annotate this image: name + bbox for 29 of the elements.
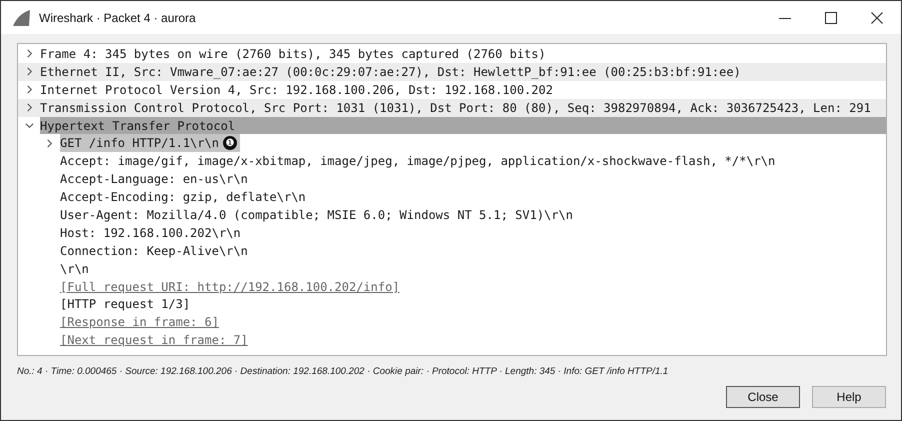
tree-item[interactable]: GET /info HTTP/1.1\r\n (60, 136, 219, 150)
fin-icon (11, 8, 31, 26)
tree-item[interactable]: Internet Protocol Version 4, Src: 192.168.100.206, Dst: 192.168.100.202 (40, 82, 553, 97)
tree-item[interactable]: Host: 192.168.100.202\r\n (60, 226, 241, 240)
maximize-icon[interactable] (825, 12, 837, 24)
window-title: Wireshark · Packet 4 · aurora (39, 10, 197, 24)
tree-item[interactable]: Connection: Keep-Alive\r\n (60, 244, 248, 258)
chevron-right-icon[interactable] (44, 138, 54, 148)
tree-item[interactable]: \r\n (60, 262, 89, 276)
chevron-right-icon[interactable] (24, 49, 34, 58)
tree-link[interactable]: [Next request in frame: 7] (60, 333, 248, 348)
tree-item[interactable]: Accept-Encoding: gzip, deflate\r\n (60, 190, 306, 204)
tree-item[interactable]: Accept: image/gif, image/x-xbitmap, image/jpeg, image/pjpeg, application/x-shockwave-flash, */*\r\n (60, 154, 776, 168)
tree-item[interactable]: User-Agent: Mozilla/4.0 (compatible; MSIE 6.0; Windows NT 5.1; SV1)\r\n (60, 208, 573, 222)
tree-link[interactable]: [Full request URI: http://192.168.100.202/info] (60, 280, 400, 294)
tree-link[interactable]: [Response in frame: 6] (60, 315, 219, 330)
chevron-down-icon[interactable] (24, 121, 34, 130)
tree-item[interactable]: [HTTP request 1/3] (60, 297, 190, 312)
tree-item[interactable]: Frame 4: 345 bytes on wire (2760 bits), 345 bytes captured (2760 bits) (40, 46, 546, 61)
chevron-right-icon[interactable] (24, 103, 34, 112)
tree-item[interactable]: Accept-Language: en-us\r\n (60, 172, 248, 186)
packet-summary: No.: 4 · Time: 0.000465 · Source: 192.168.100.206 · Destination: 192.168.100.202 · Cookie pair: · Protocol: HTTP · Length: 345 · Info: GET /info HTTP/1.1 (17, 366, 670, 377)
dialog-button[interactable]: Help (812, 386, 886, 408)
callout-number: ❶ (222, 136, 237, 150)
chevron-right-icon[interactable] (24, 85, 34, 94)
tree-item[interactable]: Hypertext Transfer Protocol (40, 118, 236, 132)
close-icon[interactable] (871, 12, 883, 24)
chevron-right-icon[interactable] (24, 67, 34, 76)
dialog-button[interactable]: Close (726, 386, 800, 408)
